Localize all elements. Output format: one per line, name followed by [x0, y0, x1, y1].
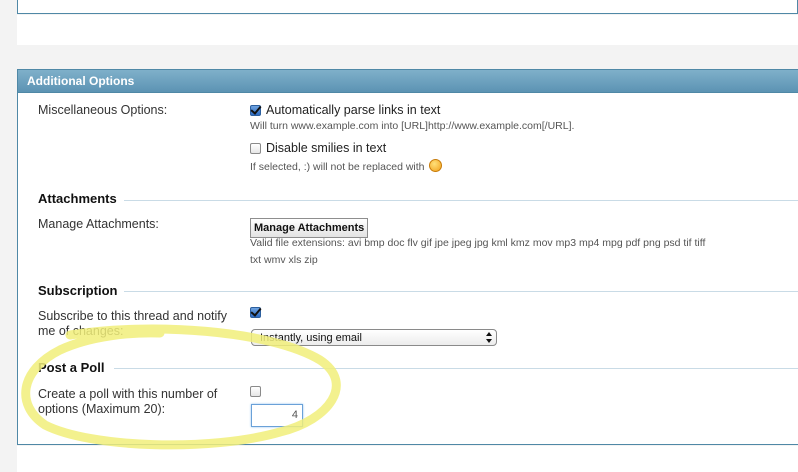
smiley-icon — [428, 159, 442, 172]
poll-title: Post a Poll — [38, 360, 105, 375]
disable-smilies-label: Disable smilies in text — [266, 141, 387, 155]
extensions-line1: Valid file extensions: avi bmp doc flv g… — [250, 237, 706, 249]
select-arrows-icon — [486, 332, 492, 343]
subscription-rule — [124, 291, 798, 292]
misc-options-label: Miscellaneous Options: — [38, 103, 168, 117]
manage-attachments-label: Manage Attachments: — [38, 217, 159, 231]
disable-smilies-option[interactable]: Disable smilies in text — [250, 141, 386, 155]
poll-checkbox[interactable] — [250, 386, 261, 397]
attachments-rule — [124, 200, 798, 201]
bottom-spacer — [17, 446, 798, 472]
poll-rule — [114, 368, 798, 369]
parse-links-help: Will turn www.example.com into [URL]http… — [250, 120, 575, 132]
subscribe-checkbox[interactable] — [250, 307, 261, 318]
page: Additional Options Miscellaneous Options… — [0, 0, 798, 472]
subscription-mode-value: Instantly, using email — [260, 332, 362, 344]
disable-smilies-help: If selected, :) will not be replaced wit… — [250, 161, 425, 173]
subscription-title: Subscription — [38, 283, 118, 298]
parse-links-checkbox[interactable] — [250, 104, 261, 116]
poll-option[interactable] — [250, 386, 266, 397]
panel-header: Additional Options — [18, 70, 798, 93]
subscribe-option[interactable] — [250, 307, 266, 318]
subscribe-label-line2: me of changes: — [38, 324, 124, 338]
disable-smilies-checkbox[interactable] — [250, 142, 261, 154]
extensions-line2: txt wmv xls zip — [250, 254, 318, 266]
spacer — [17, 15, 798, 45]
attachments-title: Attachments — [38, 191, 117, 206]
poll-label-line1: Create a poll with this number of — [38, 387, 218, 401]
poll-options-count-input[interactable]: 4 — [251, 404, 303, 427]
previous-panel — [17, 0, 798, 14]
subscribe-label-line1: Subscribe to this thread and notify — [38, 309, 228, 323]
parse-links-option[interactable]: Automatically parse links in text — [250, 103, 440, 117]
subscription-mode-select[interactable]: Instantly, using email — [251, 329, 497, 346]
disable-smilies-help-row: If selected, :) will not be replaced wit… — [250, 159, 442, 176]
parse-links-label: Automatically parse links in text — [266, 103, 441, 117]
poll-label-line2: options (Maximum 20): — [38, 402, 166, 416]
